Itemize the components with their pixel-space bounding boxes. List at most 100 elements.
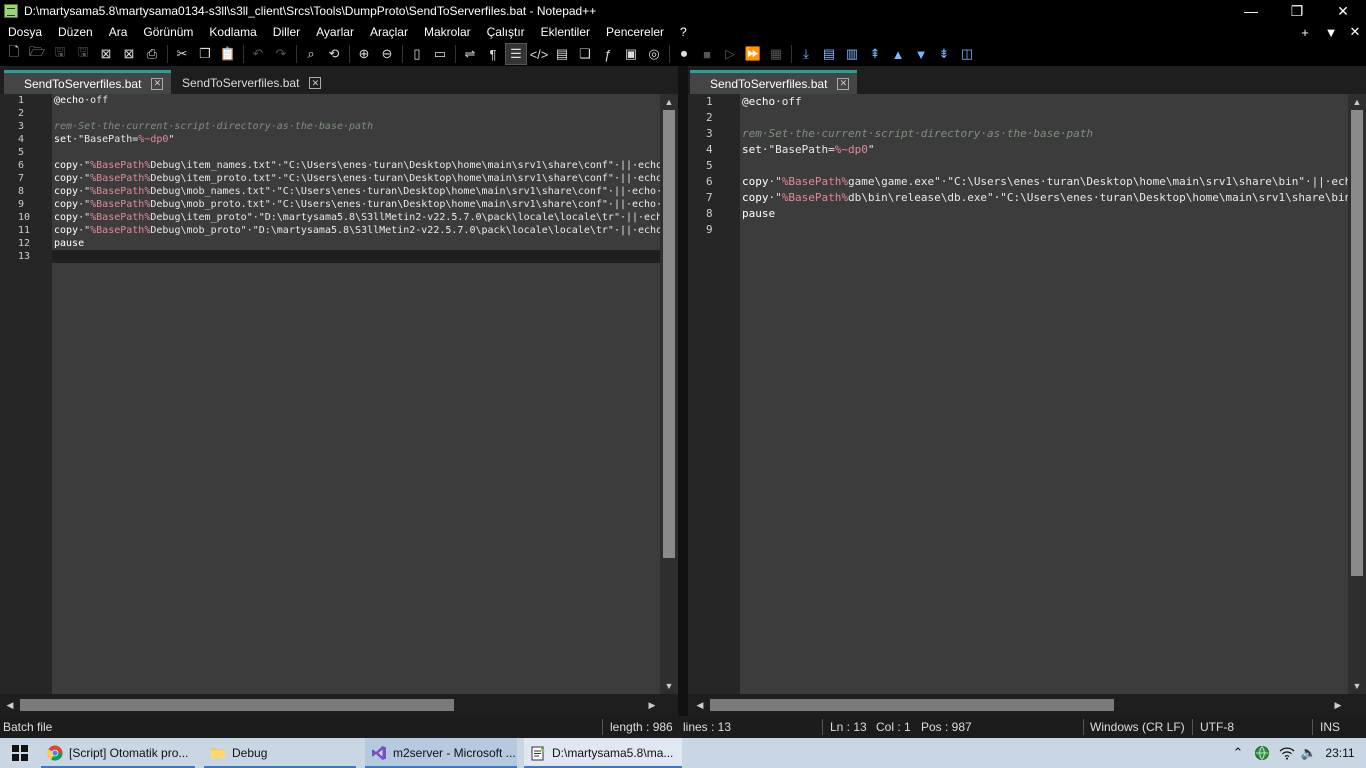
code-line[interactable]: set·"BasePath=%~dp0" bbox=[52, 133, 660, 146]
compare-options-icon[interactable]: ▥ bbox=[842, 44, 862, 64]
last-diff-icon[interactable]: ⇟ bbox=[934, 44, 954, 64]
code-line[interactable]: pause bbox=[740, 206, 1348, 222]
zoom-in-icon[interactable]: ⊕ bbox=[354, 44, 374, 64]
save-all-icon[interactable]: 🖫 bbox=[73, 44, 93, 64]
menu-kodlama[interactable]: Kodlama bbox=[201, 25, 264, 39]
code-line[interactable] bbox=[52, 107, 660, 120]
tab-list-dropdown-button[interactable]: ▼ bbox=[1318, 22, 1344, 42]
show-all-chars-icon[interactable]: ¶ bbox=[483, 44, 503, 64]
wifi-icon[interactable] bbox=[1276, 738, 1298, 768]
scrollbar-thumb[interactable] bbox=[20, 699, 454, 711]
open-file-icon[interactable]: 🗁 bbox=[27, 44, 47, 64]
new-tab-plus-button[interactable]: + bbox=[1292, 22, 1318, 42]
task-explorer-debug[interactable]: Debug bbox=[204, 738, 356, 768]
word-wrap-icon[interactable]: ⇌ bbox=[460, 44, 480, 64]
redo-icon[interactable]: ↷ bbox=[271, 44, 291, 64]
document-map-icon[interactable]: ▤ bbox=[552, 44, 572, 64]
vertical-scrollbar[interactable]: ▲ ▼ bbox=[660, 94, 678, 694]
left-editor[interactable]: 1 2 3 4 5 6 7 8 9 10 11 12 13 @echo·off rem·Set·the·c… bbox=[0, 94, 678, 694]
scrollbar-thumb[interactable] bbox=[1351, 110, 1363, 576]
scroll-right-icon[interactable]: ▶ bbox=[1330, 694, 1346, 716]
tray-network-globe-icon[interactable] bbox=[1252, 738, 1272, 768]
status-eol[interactable]: Windows (CR LF) bbox=[1090, 716, 1185, 738]
add-bookmark-icon[interactable]: ⤓ bbox=[796, 44, 816, 64]
tab-close-icon[interactable]: ✕ bbox=[837, 77, 850, 90]
code-line[interactable]: set·"BasePath=%~dp0" bbox=[740, 142, 1348, 158]
task-visual-studio[interactable]: m2server - Microsoft ... bbox=[365, 738, 517, 768]
monitoring-icon[interactable]: ◎ bbox=[644, 44, 664, 64]
pane-splitter[interactable] bbox=[678, 66, 688, 716]
volume-icon[interactable]: 🔈 bbox=[1298, 738, 1320, 768]
right-editor[interactable]: 1 2 3 4 5 6 7 8 9 @echo·off rem·Set·the·current·s… bbox=[688, 94, 1366, 694]
menu-calistir[interactable]: Çalıştır bbox=[479, 25, 533, 39]
code-line[interactable]: @echo·off bbox=[740, 94, 1348, 110]
record-macro-icon[interactable]: ⏺ bbox=[674, 44, 694, 64]
code-line[interactable]: copy·"%BasePath%Debug\item_proto"·"D:\ma… bbox=[52, 211, 660, 224]
code-line[interactable]: copy·"%BasePath%game\game.exe"·"C:\Users… bbox=[740, 174, 1348, 190]
horizontal-scrollbar[interactable]: ◀ ▶ bbox=[0, 694, 678, 716]
menu-ayarlar[interactable]: Ayarlar bbox=[308, 25, 362, 39]
status-insert-mode[interactable]: INS bbox=[1320, 716, 1340, 738]
stop-record-icon[interactable]: ■ bbox=[697, 44, 717, 64]
cut-icon[interactable]: ✂ bbox=[172, 44, 192, 64]
menu-ara[interactable]: Ara bbox=[101, 25, 136, 39]
code-line[interactable]: rem·Set·the·current·script·directory·as·… bbox=[52, 120, 660, 133]
code-line[interactable] bbox=[52, 250, 660, 263]
status-encoding[interactable]: UTF-8 bbox=[1200, 716, 1234, 738]
close-icon[interactable]: ⊠ bbox=[96, 44, 116, 64]
code-line[interactable]: copy·"%BasePath%Debug\mob_proto.txt"·"C:… bbox=[52, 198, 660, 211]
scroll-down-icon[interactable]: ▼ bbox=[1348, 678, 1366, 694]
task-notepadpp[interactable]: D:\martysama5.8\ma... bbox=[524, 738, 682, 768]
tab-sendtoserverfiles-left-1[interactable]: SendToServerfiles.bat ✕ bbox=[4, 70, 172, 94]
indent-guide-icon[interactable]: ☰ bbox=[505, 43, 527, 65]
menu-araclar[interactable]: Araçlar bbox=[362, 25, 416, 39]
sync-vertical-icon[interactable]: ▯ bbox=[407, 44, 427, 64]
minimize-button[interactable]: — bbox=[1228, 0, 1274, 22]
zoom-out-icon[interactable]: ⊖ bbox=[377, 44, 397, 64]
code-line[interactable] bbox=[52, 146, 660, 159]
save-icon[interactable]: 🖫 bbox=[50, 44, 70, 64]
menu-diller[interactable]: Diller bbox=[265, 25, 308, 39]
print-icon[interactable]: ⎙ bbox=[142, 44, 162, 64]
tab-close-icon[interactable]: ✕ bbox=[309, 77, 322, 89]
tab-sendtoserverfiles-right[interactable]: SendToServerfiles.bat ✕ bbox=[690, 70, 858, 94]
code-area[interactable]: @echo·off rem·Set·the·current·script·dire… bbox=[740, 94, 1348, 694]
undo-icon[interactable]: ↶ bbox=[248, 44, 268, 64]
restore-button[interactable]: ❐ bbox=[1274, 0, 1320, 22]
code-line[interactable] bbox=[740, 158, 1348, 174]
xml-tag-icon[interactable]: </> bbox=[529, 44, 549, 64]
code-line[interactable]: copy·"%BasePath%Debug\mob_names.txt"·"C:… bbox=[52, 185, 660, 198]
menu-duzen[interactable]: Düzen bbox=[50, 25, 101, 39]
compare-panel-icon[interactable]: ◫ bbox=[957, 44, 977, 64]
document-list-icon[interactable]: ❏ bbox=[575, 44, 595, 64]
new-file-icon[interactable]: 🗋 bbox=[4, 44, 24, 64]
menu-eklentiler[interactable]: Eklentiler bbox=[533, 25, 598, 39]
scroll-left-icon[interactable]: ◀ bbox=[692, 694, 708, 716]
replace-icon[interactable]: ⟲ bbox=[324, 44, 344, 64]
code-line[interactable]: copy·"%BasePath%db\bin\release\db.exe"·"… bbox=[740, 190, 1348, 206]
sync-horizontal-icon[interactable]: ▭ bbox=[430, 44, 450, 64]
start-button[interactable] bbox=[0, 738, 40, 768]
vertical-scrollbar[interactable]: ▲ ▼ bbox=[1348, 94, 1366, 694]
find-icon[interactable]: ⌕ bbox=[301, 44, 321, 64]
close-window-button[interactable]: ✕ bbox=[1320, 0, 1366, 22]
next-diff-icon[interactable]: ▼ bbox=[911, 44, 931, 64]
menu-help[interactable]: ? bbox=[672, 25, 695, 39]
menu-dosya[interactable]: Dosya bbox=[0, 25, 50, 39]
code-line[interactable] bbox=[740, 110, 1348, 126]
code-line[interactable]: copy·"%BasePath%Debug\mob_proto"·"D:\mar… bbox=[52, 224, 660, 237]
paste-icon[interactable]: 📋 bbox=[218, 44, 238, 64]
menu-pencereler[interactable]: Pencereler bbox=[598, 25, 672, 39]
scroll-up-icon[interactable]: ▲ bbox=[660, 94, 678, 110]
scrollbar-thumb[interactable] bbox=[710, 699, 1114, 711]
tray-overflow-chevron-icon[interactable]: ⌃ bbox=[1228, 738, 1248, 768]
first-diff-icon[interactable]: ⇞ bbox=[865, 44, 885, 64]
code-line[interactable]: @echo·off bbox=[52, 94, 660, 107]
play-macro-icon[interactable]: ▷ bbox=[720, 44, 740, 64]
prev-diff-icon[interactable]: ▲ bbox=[888, 44, 908, 64]
compare-icon[interactable]: ▤ bbox=[819, 44, 839, 64]
code-line[interactable]: copy·"%BasePath%Debug\item_proto.txt"·"C… bbox=[52, 172, 660, 185]
function-list-icon[interactable]: ƒ bbox=[598, 44, 618, 64]
menu-gorunum[interactable]: Görünüm bbox=[135, 25, 201, 39]
copy-icon[interactable]: ❐ bbox=[195, 44, 215, 64]
